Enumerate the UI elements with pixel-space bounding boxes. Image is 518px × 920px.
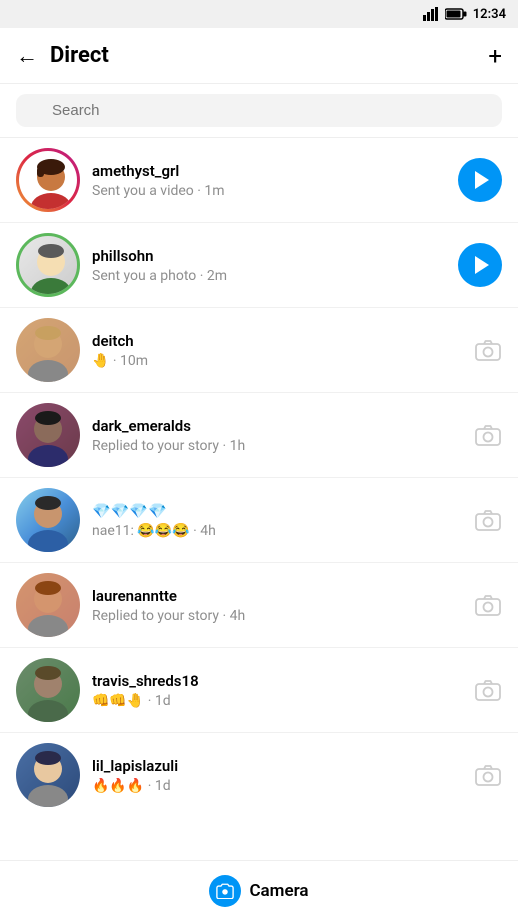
username: dark_emeralds <box>92 417 462 435</box>
avatar-wrap <box>16 148 80 212</box>
battery-icon <box>445 8 467 20</box>
message-info: 💎💎💎💎 nae11: 😂😂😂 · 4h <box>92 502 462 539</box>
avatar-wrap <box>16 743 80 807</box>
avatar-wrap <box>16 573 80 637</box>
avatar-wrap <box>16 233 80 297</box>
list-item[interactable]: dark_emeralds Replied to your story · 1h <box>0 393 518 477</box>
action-icon <box>474 591 502 619</box>
message-info: laurenanntte Replied to your story · 4h <box>92 587 462 624</box>
camera-action-icon <box>474 421 502 449</box>
status-time: 12:34 <box>473 7 506 22</box>
list-item[interactable]: amethyst_grl Sent you a video · 1m <box>0 138 518 222</box>
list-item[interactable]: 💎💎💎💎 nae11: 😂😂😂 · 4h <box>0 478 518 562</box>
message-preview: 👊👊🤚 · 1d <box>92 693 462 709</box>
camera-action-icon <box>474 506 502 534</box>
message-info: phillsohn Sent you a photo · 2m <box>92 247 446 284</box>
action-icon[interactable] <box>458 243 502 287</box>
message-preview: Sent you a video · 1m <box>92 183 446 199</box>
camera-action-icon <box>474 761 502 789</box>
username: lil_lapislazuli <box>92 757 462 775</box>
action-icon <box>474 676 502 704</box>
search-input[interactable] <box>16 94 502 127</box>
bottom-nav: Camera <box>0 860 518 920</box>
message-preview: Replied to your story · 1h <box>92 438 462 454</box>
message-info: deitch 🤚 · 10m <box>92 332 462 369</box>
avatar-wrap <box>16 488 80 552</box>
message-info: travis_shreds18 👊👊🤚 · 1d <box>92 672 462 709</box>
camera-action-icon <box>474 336 502 364</box>
list-item[interactable]: laurenanntte Replied to your story · 4h <box>0 563 518 647</box>
avatar <box>16 573 80 637</box>
avatar <box>16 233 80 297</box>
username: phillsohn <box>92 247 446 265</box>
status-bar: 12:34 <box>0 0 518 28</box>
play-button[interactable] <box>458 243 502 287</box>
username: 💎💎💎💎 <box>92 502 462 520</box>
list-item[interactable]: travis_shreds18 👊👊🤚 · 1d <box>0 648 518 732</box>
username: travis_shreds18 <box>92 672 462 690</box>
message-info: amethyst_grl Sent you a video · 1m <box>92 162 446 199</box>
list-item[interactable]: phillsohn Sent you a photo · 2m <box>0 223 518 307</box>
username: deitch <box>92 332 462 350</box>
camera-action-icon <box>474 591 502 619</box>
action-icon[interactable] <box>458 158 502 202</box>
avatar <box>16 488 80 552</box>
status-icons <box>423 7 467 21</box>
camera-nav-icon <box>209 875 241 907</box>
message-preview: Sent you a photo · 2m <box>92 268 446 284</box>
avatar <box>16 318 80 382</box>
action-icon <box>474 336 502 364</box>
message-preview: 🔥🔥🔥 · 1d <box>92 778 462 794</box>
action-icon <box>474 506 502 534</box>
message-info: lil_lapislazuli 🔥🔥🔥 · 1d <box>92 757 462 794</box>
signal-icon <box>423 7 441 21</box>
avatar-wrap <box>16 318 80 382</box>
play-button[interactable] <box>458 158 502 202</box>
avatar-wrap <box>16 403 80 467</box>
back-button[interactable]: ← <box>16 43 38 69</box>
camera-button[interactable]: Camera <box>209 875 308 907</box>
search-wrapper <box>16 94 502 127</box>
avatar-wrap <box>16 658 80 722</box>
header: ← Direct + <box>0 28 518 84</box>
add-button[interactable]: + <box>488 42 502 70</box>
list-item[interactable]: lil_lapislazuli 🔥🔥🔥 · 1d <box>0 733 518 817</box>
list-item[interactable]: deitch 🤚 · 10m <box>0 308 518 392</box>
message-info: dark_emeralds Replied to your story · 1h <box>92 417 462 454</box>
message-preview: 🤚 · 10m <box>92 353 462 369</box>
username: amethyst_grl <box>92 162 446 180</box>
message-preview: Replied to your story · 4h <box>92 608 462 624</box>
search-container <box>0 84 518 138</box>
page-title: Direct <box>50 43 488 68</box>
avatar <box>16 658 80 722</box>
avatar <box>16 743 80 807</box>
camera-label: Camera <box>249 881 308 901</box>
message-preview: nae11: 😂😂😂 · 4h <box>92 523 462 539</box>
avatar <box>16 148 80 212</box>
action-icon <box>474 761 502 789</box>
camera-action-icon <box>474 676 502 704</box>
avatar <box>16 403 80 467</box>
action-icon <box>474 421 502 449</box>
message-list: amethyst_grl Sent you a video · 1m <box>0 138 518 887</box>
username: laurenanntte <box>92 587 462 605</box>
